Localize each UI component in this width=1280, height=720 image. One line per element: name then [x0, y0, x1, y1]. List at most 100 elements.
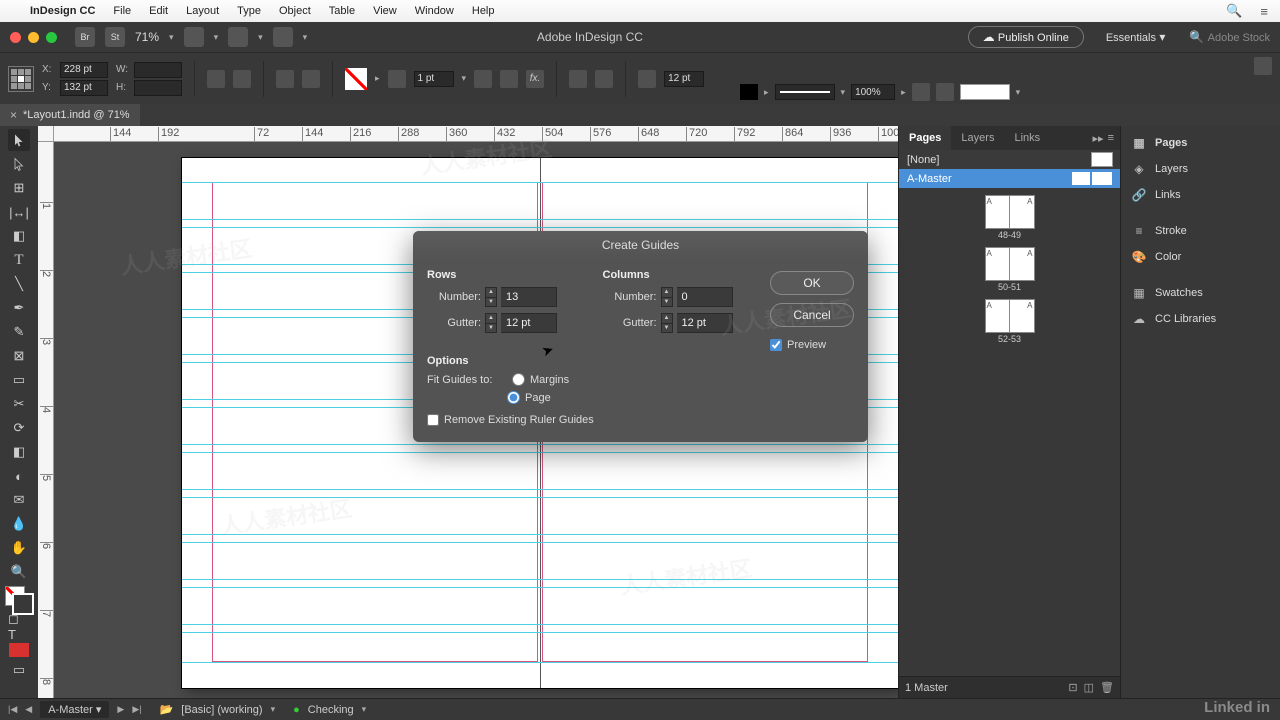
y-field[interactable]: [60, 80, 108, 96]
spread-thumb[interactable]: AA 52-53: [986, 300, 1034, 344]
preflight-status[interactable]: Checking: [308, 704, 354, 716]
pencil-tool[interactable]: ✎: [8, 321, 30, 343]
menu-window[interactable]: Window: [415, 5, 454, 17]
fill-color-swatch[interactable]: [740, 84, 758, 100]
menu-table[interactable]: Table: [329, 5, 355, 17]
close-window-icon[interactable]: [10, 32, 21, 43]
panel-links[interactable]: 🔗Links: [1121, 182, 1280, 208]
zoom-dropdown-icon[interactable]: ▾: [169, 32, 174, 43]
panel-stroke[interactable]: ≡Stroke: [1121, 218, 1280, 244]
view-options-icon[interactable]: [184, 27, 204, 47]
delete-page-icon[interactable]: 🗑: [1100, 681, 1114, 694]
gap-tool[interactable]: |↔|: [8, 201, 30, 223]
publish-online-button[interactable]: ☁ Publish Online: [968, 26, 1084, 48]
fill-swatch[interactable]: [345, 68, 367, 90]
preflight-profile[interactable]: [Basic] (working): [181, 704, 262, 716]
row-guide[interactable]: [182, 227, 898, 228]
tab-layers[interactable]: Layers: [951, 126, 1004, 150]
minimize-window-icon[interactable]: [28, 32, 39, 43]
menu-icon[interactable]: ≡: [1260, 4, 1268, 19]
rows-gutter-stepper[interactable]: ▲▼: [485, 313, 497, 333]
fill-dropdown-icon[interactable]: ▸: [375, 73, 380, 84]
row-guide[interactable]: [182, 452, 898, 453]
row-guide[interactable]: [182, 662, 898, 663]
scissors-tool[interactable]: ✂: [8, 393, 30, 415]
row-guide[interactable]: [182, 579, 898, 580]
ruler-origin[interactable]: [38, 126, 54, 142]
chevron-down-icon[interactable]: ▾: [271, 704, 276, 715]
document-tab[interactable]: × *Layout1.indd @ 71%: [0, 104, 140, 126]
cols-gutter-stepper[interactable]: ▲▼: [661, 313, 673, 333]
row-guide[interactable]: [182, 542, 898, 543]
flip-v-icon[interactable]: [302, 70, 320, 88]
menu-layout[interactable]: Layout: [186, 5, 219, 17]
panel-cc-libraries[interactable]: ☁CC Libraries: [1121, 306, 1280, 332]
fx-icon[interactable]: fx.: [526, 70, 544, 88]
direct-selection-tool[interactable]: [8, 153, 30, 175]
type-tool[interactable]: T: [8, 249, 30, 271]
next-spread-icon[interactable]: ▶: [117, 704, 124, 715]
workspace-switcher[interactable]: Essentials ▾: [1106, 30, 1166, 44]
apply-color-icon[interactable]: [9, 643, 29, 657]
effects-preview[interactable]: [960, 84, 1010, 100]
align-center-icon[interactable]: [595, 70, 613, 88]
create-new-page-icon[interactable]: ◫: [1084, 681, 1094, 694]
row-guide[interactable]: [182, 624, 898, 625]
page-navigator[interactable]: A-Master ▾: [40, 701, 109, 718]
menu-object[interactable]: Object: [279, 5, 311, 17]
collapse-panel-icon[interactable]: ▸▸: [1093, 132, 1104, 145]
row-guide[interactable]: [182, 219, 898, 220]
stroke-weight-field[interactable]: [414, 71, 454, 87]
cols-gutter-field[interactable]: [677, 313, 733, 333]
scale-x-icon[interactable]: [207, 70, 225, 88]
row-guide[interactable]: [182, 632, 898, 633]
free-transform-tool[interactable]: ⟳: [8, 417, 30, 439]
zoom-tool[interactable]: 🔍: [8, 561, 30, 583]
quick-apply-icon[interactable]: [1254, 57, 1272, 75]
rows-number-field[interactable]: [501, 287, 557, 307]
panel-menu-icon[interactable]: ≡: [1108, 132, 1114, 145]
hand-tool[interactable]: ✋: [8, 537, 30, 559]
line-tool[interactable]: ╲: [8, 273, 30, 295]
tint-field[interactable]: [851, 84, 895, 100]
close-tab-icon[interactable]: ×: [10, 108, 17, 122]
master-none[interactable]: [None]: [899, 150, 1120, 169]
cols-number-field[interactable]: [677, 287, 733, 307]
panel-pages[interactable]: ▦Pages: [1121, 130, 1280, 156]
spread-thumb[interactable]: AA 50-51: [986, 248, 1034, 292]
menu-type[interactable]: Type: [237, 5, 261, 17]
rectangle-frame-tool[interactable]: ⊠: [8, 345, 30, 367]
fill-stroke-swatch[interactable]: [6, 587, 32, 613]
search-icon[interactable]: 🔍: [1226, 3, 1242, 19]
stock-icon[interactable]: St: [105, 27, 125, 47]
row-guide[interactable]: [182, 489, 898, 490]
row-guide[interactable]: [182, 587, 898, 588]
formatting-container-icon[interactable]: ◻ T: [8, 615, 30, 637]
text-wrap-icon[interactable]: [638, 70, 656, 88]
adobe-stock-search[interactable]: 🔍 Adobe Stock: [1189, 30, 1270, 44]
h-field[interactable]: [134, 80, 182, 96]
tab-links[interactable]: Links: [1004, 126, 1050, 150]
fit-page-radio[interactable]: [507, 391, 520, 404]
panel-layers[interactable]: ◈Layers: [1121, 156, 1280, 182]
reference-point[interactable]: [8, 66, 34, 92]
pages-thumbnails[interactable]: AA 48-49 AA 50-51 AA 52-53: [899, 188, 1120, 676]
selection-tool[interactable]: [8, 129, 30, 151]
master-a[interactable]: A-Master: [899, 169, 1120, 188]
zoom-window-icon[interactable]: [46, 32, 57, 43]
last-spread-icon[interactable]: ▶|: [132, 704, 141, 715]
chevron-down-icon[interactable]: ▾: [303, 32, 308, 43]
menu-help[interactable]: Help: [472, 5, 495, 17]
zoom-level[interactable]: 71%: [135, 30, 159, 44]
tab-pages[interactable]: Pages: [899, 126, 951, 150]
ok-button[interactable]: OK: [770, 271, 854, 295]
menu-edit[interactable]: Edit: [149, 5, 168, 17]
gradient-swatch-tool[interactable]: ◧: [8, 441, 30, 463]
first-spread-icon[interactable]: |◀: [8, 704, 17, 715]
screen-mode-icon[interactable]: [228, 27, 248, 47]
align-left-icon[interactable]: [569, 70, 587, 88]
content-collector-tool[interactable]: ◧: [8, 225, 30, 247]
remove-guides-checkbox[interactable]: [427, 414, 439, 426]
rows-number-stepper[interactable]: ▲▼: [485, 287, 497, 307]
horizontal-ruler[interactable]: 144 192 72 144 216 288 360 432 504 576 6…: [54, 126, 898, 142]
